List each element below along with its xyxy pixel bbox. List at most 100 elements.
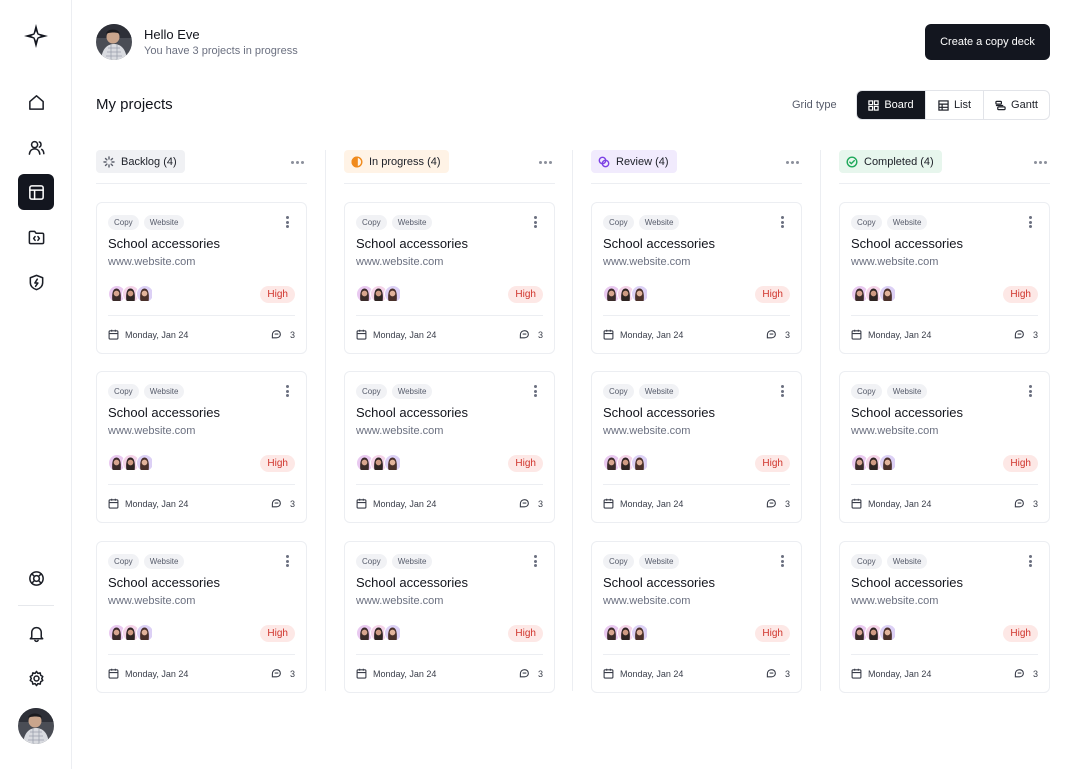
project-card[interactable]: Copy Website School accessories www.website… <box>591 541 802 693</box>
list-view-button[interactable]: List <box>925 91 983 119</box>
comments-count[interactable]: 3 <box>519 329 543 340</box>
project-card[interactable]: Copy Website School accessories www.website… <box>591 371 802 523</box>
create-copy-deck-button[interactable]: Create a copy deck <box>925 24 1050 60</box>
due-date-text: Monday, Jan 24 <box>868 498 932 509</box>
project-card[interactable]: Copy Website School accessories www.website… <box>839 371 1050 523</box>
tag[interactable]: Copy <box>851 215 882 230</box>
comments-count[interactable]: 3 <box>766 498 790 509</box>
tag[interactable]: Copy <box>108 384 139 399</box>
tag[interactable]: Website <box>391 384 433 399</box>
nav-support[interactable] <box>18 560 54 596</box>
nav-security[interactable] <box>18 264 54 300</box>
card-more-button[interactable] <box>779 554 785 568</box>
tag[interactable]: Website <box>638 384 680 399</box>
card-more-button[interactable] <box>284 554 290 568</box>
project-card[interactable]: Copy Website School accessories www.website… <box>839 541 1050 693</box>
tag[interactable]: Website <box>886 215 928 230</box>
column-status-pill[interactable]: Review (4) <box>591 150 677 173</box>
assignee-avatar[interactable] <box>631 454 649 472</box>
assignee-avatar[interactable] <box>879 624 897 642</box>
project-card[interactable]: Copy Website School accessories www.website… <box>344 202 555 354</box>
card-more-button[interactable] <box>779 215 785 229</box>
card-more-button[interactable] <box>532 384 538 398</box>
comments-count[interactable]: 3 <box>766 329 790 340</box>
comments-count[interactable]: 3 <box>766 668 790 679</box>
project-card[interactable]: Copy Website School accessories www.website… <box>96 371 307 523</box>
tag[interactable]: Website <box>391 215 433 230</box>
project-card[interactable]: Copy Website School accessories www.website… <box>839 202 1050 354</box>
tag[interactable]: Website <box>143 215 185 230</box>
tag[interactable]: Copy <box>356 215 387 230</box>
project-card[interactable]: Copy Website School accessories www.website… <box>96 202 307 354</box>
assignee-avatar[interactable] <box>631 624 649 642</box>
comments-count[interactable]: 3 <box>1014 668 1038 679</box>
card-more-button[interactable] <box>532 554 538 568</box>
assignee-avatar[interactable] <box>631 285 649 303</box>
comments-count[interactable]: 3 <box>1014 498 1038 509</box>
card-more-button[interactable] <box>1027 215 1033 229</box>
tag[interactable]: Copy <box>603 554 634 569</box>
nav-files[interactable] <box>18 219 54 255</box>
nav-home[interactable] <box>18 84 54 120</box>
card-more-button[interactable] <box>532 215 538 229</box>
tag[interactable]: Website <box>886 554 928 569</box>
card-more-button[interactable] <box>284 384 290 398</box>
comments-count[interactable]: 3 <box>519 498 543 509</box>
tag[interactable]: Website <box>391 554 433 569</box>
board-view-button[interactable]: Board <box>857 91 925 119</box>
tag[interactable]: Copy <box>356 554 387 569</box>
tag[interactable]: Website <box>143 554 185 569</box>
comments-count[interactable]: 3 <box>519 668 543 679</box>
project-card[interactable]: Copy Website School accessories www.website… <box>591 202 802 354</box>
nav-notifications[interactable] <box>18 615 54 651</box>
assignee-avatar[interactable] <box>384 624 402 642</box>
tag[interactable]: Copy <box>356 384 387 399</box>
column-status-pill[interactable]: Backlog (4) <box>96 150 185 173</box>
gantt-view-button[interactable]: Gantt <box>983 91 1049 119</box>
card-more-button[interactable] <box>1027 554 1033 568</box>
nav-users[interactable] <box>18 129 54 165</box>
assignee-avatar[interactable] <box>384 285 402 303</box>
column-status-pill[interactable]: Completed (4) <box>839 150 942 173</box>
tag[interactable]: Copy <box>108 215 139 230</box>
card-more-button[interactable] <box>284 215 290 229</box>
tag[interactable]: Copy <box>603 215 634 230</box>
assignee-avatar[interactable] <box>879 454 897 472</box>
profile-avatar[interactable] <box>18 708 54 744</box>
column-status-pill[interactable]: In progress (4) <box>344 150 449 173</box>
card-title: School accessories <box>108 575 220 590</box>
card-more-button[interactable] <box>779 384 785 398</box>
assignee-avatar[interactable] <box>384 454 402 472</box>
column-more-button[interactable] <box>287 154 307 170</box>
comments-count[interactable]: 3 <box>271 668 295 679</box>
nav-settings[interactable] <box>18 660 54 696</box>
tag[interactable]: Website <box>143 384 185 399</box>
column-more-button[interactable] <box>1030 154 1050 170</box>
column-more-button[interactable] <box>782 154 802 170</box>
comments-count[interactable]: 3 <box>271 329 295 340</box>
project-card[interactable]: Copy Website School accessories www.website… <box>344 371 555 523</box>
due-date: Monday, Jan 24 <box>108 498 188 509</box>
tag[interactable]: Copy <box>851 384 882 399</box>
tag[interactable]: Copy <box>603 384 634 399</box>
card-more-button[interactable] <box>1027 384 1033 398</box>
project-card[interactable]: Copy Website School accessories www.website… <box>344 541 555 693</box>
tag[interactable]: Website <box>638 554 680 569</box>
assignee-avatar[interactable] <box>136 285 154 303</box>
due-date: Monday, Jan 24 <box>356 329 436 340</box>
project-card[interactable]: Copy Website School accessories www.website… <box>96 541 307 693</box>
tag[interactable]: Copy <box>108 554 139 569</box>
comments-count[interactable]: 3 <box>1014 329 1038 340</box>
nav-projects[interactable] <box>18 174 54 210</box>
card-divider <box>851 484 1038 485</box>
logo-icon[interactable] <box>23 23 49 49</box>
assignee-avatar[interactable] <box>879 285 897 303</box>
tag[interactable]: Website <box>886 384 928 399</box>
assignee-avatar[interactable] <box>136 624 154 642</box>
assignee-avatar[interactable] <box>136 454 154 472</box>
tag[interactable]: Website <box>638 215 680 230</box>
card-url: www.website.com <box>356 256 444 268</box>
tag[interactable]: Copy <box>851 554 882 569</box>
column-more-button[interactable] <box>535 154 555 170</box>
comments-count[interactable]: 3 <box>271 498 295 509</box>
